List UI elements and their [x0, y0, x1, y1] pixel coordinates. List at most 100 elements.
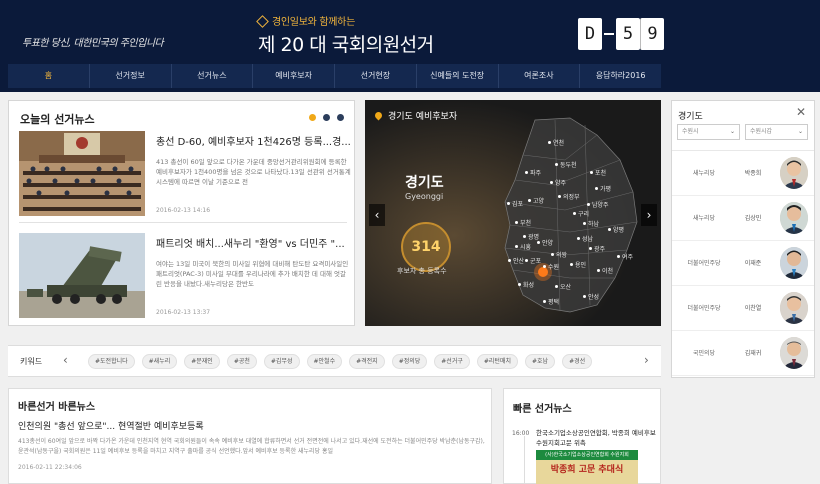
candidate-name: 박종희: [744, 170, 762, 177]
map-city[interactable]: 동두천: [555, 160, 577, 169]
news-date: 2016-02-13 13:37: [156, 309, 211, 316]
keyword-tag[interactable]: #도전합니다: [88, 354, 135, 369]
keyword-tag[interactable]: #호남: [524, 354, 556, 369]
carousel-dot[interactable]: [323, 114, 330, 121]
candidate-row[interactable]: 더불어민주당 이찬열: [672, 286, 814, 331]
candidate-name: 김상민: [744, 215, 762, 222]
news-description: 여야는 13일 미국이 북한의 미사일 위협에 대비해 탄도탄 요격미사일인 패…: [156, 260, 349, 288]
map-city[interactable]: 남양주: [587, 200, 609, 209]
fast-news-title: 빠른 선거뉴스: [513, 404, 572, 415]
map-city[interactable]: 의정부: [558, 192, 580, 201]
keyword-tag[interactable]: #공천: [226, 354, 257, 369]
bareun-news-headline[interactable]: 인천의원 "총선 앞으로"... 현역절반 예비후보등록: [18, 419, 204, 432]
fast-news-image[interactable]: (사)한국소기업소상공인연합회 수원지회 박종희 고문 추대식: [536, 450, 638, 484]
fast-news-panel: 빠른 선거뉴스 16:00 한국소기업소상공인연합회, 박종희 예비후보 수원지…: [503, 388, 661, 484]
district-select-value: 수원시갑: [750, 128, 773, 135]
map-city[interactable]: 평택: [543, 297, 559, 306]
location-pin-icon: [373, 110, 384, 121]
map-city[interactable]: 가평: [595, 184, 611, 193]
map-city[interactable]: 포천: [590, 168, 606, 177]
nav-item-election-news[interactable]: 선거뉴스: [172, 64, 254, 88]
news-thumbnail-assembly[interactable]: [19, 131, 145, 216]
nav-item-election-info[interactable]: 선거정보: [90, 64, 172, 88]
map-city[interactable]: 김포: [507, 199, 523, 208]
map-city[interactable]: 안성: [583, 292, 599, 301]
site-title[interactable]: 제 20 대 국회의원선거: [258, 30, 434, 57]
keyword-bar: 키워드 ‹ #도전합니다 #새누리 #문재인 #공천 #김무성 #안철수 #격전…: [8, 345, 661, 377]
map-city[interactable]: 이천: [597, 266, 613, 275]
candidate-photo[interactable]: [780, 202, 808, 234]
candidate-row[interactable]: 국민의당 김재귀: [672, 331, 814, 376]
keyword-tag[interactable]: #정의당: [391, 354, 428, 369]
keyword-tag[interactable]: #안철수: [306, 354, 343, 369]
map-prev-button[interactable]: ‹: [369, 204, 385, 226]
news-item[interactable]: 패트리엇 배치...새누리 "환영" vs 더민주 "... 여야는 13일 미…: [19, 233, 348, 318]
candidate-row[interactable]: 새누리당 박종희: [672, 151, 814, 196]
map-city[interactable]: 고양: [528, 196, 544, 205]
map-next-button[interactable]: ›: [641, 204, 657, 226]
map-city[interactable]: 의왕: [551, 250, 567, 259]
chevron-left-icon[interactable]: ‹: [63, 353, 68, 367]
keyword-tag[interactable]: #김무성: [263, 354, 300, 369]
keyword-tag[interactable]: #격전지: [349, 354, 385, 369]
map-city[interactable]: 부천: [515, 218, 531, 227]
avatar: [780, 157, 808, 189]
map-city[interactable]: 화성: [518, 280, 534, 289]
nav-item-candidates[interactable]: 예비후보자: [253, 64, 335, 88]
map-city[interactable]: 여주: [617, 252, 633, 261]
map-city[interactable]: 구리: [573, 209, 589, 218]
district-select[interactable]: 수원시갑 ⌄: [745, 124, 808, 140]
map-city[interactable]: 수원: [543, 262, 559, 271]
close-icon[interactable]: ✕: [796, 105, 806, 119]
candidate-row[interactable]: 새누리당 김상민: [672, 196, 814, 241]
map-city[interactable]: 하남: [583, 219, 599, 228]
main-nav: 홈 선거정보 선거뉴스 예비후보자 선거현장 신예들의 도전장 여론조사 응답하…: [8, 64, 661, 88]
map-city[interactable]: 양주: [550, 178, 566, 187]
header-banner: 투표한 당신, 대한민국의 주인입니다 경인일보와 함께하는 제 20 대 국회…: [0, 0, 820, 62]
map-city[interactable]: 시흥: [515, 242, 531, 251]
carousel-dot[interactable]: [337, 114, 344, 121]
candidate-row[interactable]: 더불어민주당 이재준: [672, 241, 814, 286]
avatar: [780, 337, 808, 369]
dday-tens: 5: [616, 18, 640, 50]
candidate-photo[interactable]: [780, 157, 808, 189]
keyword-tag[interactable]: #새누리: [141, 354, 178, 369]
nav-item-home[interactable]: 홈: [8, 64, 90, 88]
map-city[interactable]: 광주: [589, 244, 605, 253]
map-region-name-en: Gyeonggi: [405, 192, 444, 201]
diamond-icon: [256, 15, 269, 28]
carousel-dot[interactable]: [309, 114, 316, 121]
news-thumbnail-patriot[interactable]: [19, 233, 145, 318]
candidate-party: 국민의당: [692, 350, 716, 357]
map-city[interactable]: 군포: [525, 256, 541, 265]
patriot-missile-image: [19, 233, 145, 318]
chevron-right-icon[interactable]: ›: [644, 353, 649, 367]
news-headline[interactable]: 총선 D-60, 예비후보자 1천426명 등록...경...: [156, 133, 351, 148]
map-city[interactable]: 양평: [608, 225, 624, 234]
nav-item-field[interactable]: 선거현장: [335, 64, 417, 88]
header-subtitle-text: 경인일보와 함께하는: [272, 17, 355, 28]
fast-news-headline[interactable]: 한국소기업소상공인연합회, 박종희 예비후보 수원지회고문 위촉: [536, 428, 656, 448]
map-city[interactable]: 연천: [548, 138, 564, 147]
candidate-photo[interactable]: [780, 247, 808, 279]
candidate-photo[interactable]: [780, 292, 808, 324]
map-city[interactable]: 성남: [577, 234, 593, 243]
map-city[interactable]: 안양: [537, 238, 553, 247]
dday-dash: [604, 33, 614, 35]
keyword-tag[interactable]: #선거구: [434, 354, 470, 369]
nav-item-polls[interactable]: 여론조사: [499, 64, 581, 88]
keyword-tag[interactable]: #경선: [562, 354, 593, 369]
nav-item-challengers[interactable]: 신예들의 도전장: [417, 64, 499, 88]
city-select[interactable]: 수원시 ⌄: [677, 124, 740, 140]
keyword-tag[interactable]: #문재인: [184, 354, 220, 369]
candidate-photo[interactable]: [780, 337, 808, 369]
map-city[interactable]: 용인: [570, 260, 586, 269]
keyword-tag[interactable]: #리턴매치: [476, 354, 518, 369]
nav-item-respond-2016[interactable]: 응답하라2016: [580, 64, 661, 88]
news-headline[interactable]: 패트리엇 배치...새누리 "환영" vs 더민주 "...: [156, 235, 351, 250]
map-title-text: 경기도 예비후보자: [388, 112, 458, 122]
map-city[interactable]: 오산: [555, 282, 571, 291]
news-item[interactable]: 총선 D-60, 예비후보자 1천426명 등록...경... 413 총선이 …: [19, 131, 351, 216]
map-city[interactable]: 안산: [508, 256, 524, 265]
map-city[interactable]: 파주: [525, 168, 541, 177]
